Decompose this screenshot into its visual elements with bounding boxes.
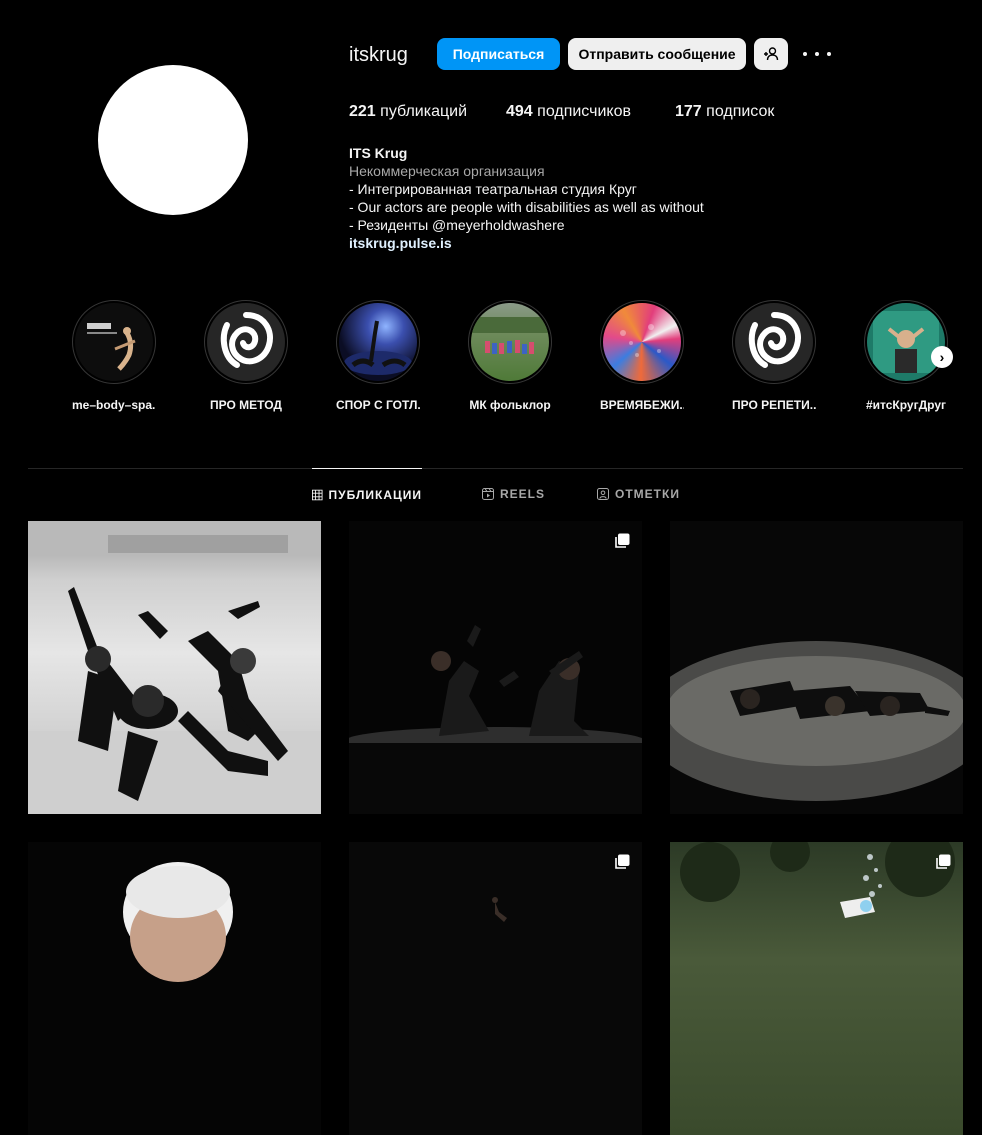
post-thumbnail[interactable] bbox=[670, 842, 963, 1135]
following-count[interactable]: 177 подписок bbox=[675, 103, 774, 121]
add-user-icon bbox=[764, 47, 779, 61]
reels-icon bbox=[482, 488, 494, 500]
highlight-cover bbox=[603, 303, 681, 381]
bio-name: ITS Krug bbox=[349, 145, 408, 161]
highlight-cover bbox=[867, 303, 945, 381]
followers-count[interactable]: 494 подписчиков bbox=[506, 103, 631, 121]
bio-link[interactable]: itskrug.pulse.is bbox=[349, 234, 704, 252]
story-highlight[interactable]: МК фольклор bbox=[468, 300, 552, 412]
bio-category: Некоммерческая организация bbox=[349, 163, 545, 179]
tab-label: ПУБЛИКАЦИИ bbox=[328, 488, 422, 502]
post-thumbnail[interactable] bbox=[349, 521, 642, 814]
profile-username: itskrug bbox=[349, 44, 408, 66]
post-thumbnail[interactable] bbox=[670, 521, 963, 814]
tab-tagged[interactable]: ОТМЕТКИ bbox=[597, 468, 680, 520]
bio-line: - Our actors are people with disabilitie… bbox=[349, 199, 704, 215]
story-highlight[interactable]: me–body–spa... bbox=[72, 300, 156, 412]
post-thumbnail[interactable] bbox=[28, 521, 321, 814]
carousel-icon bbox=[615, 533, 630, 548]
profile-bio: ITS Krug Некоммерческая организация - Ин… bbox=[349, 144, 704, 252]
spiral-logo-icon bbox=[735, 303, 813, 381]
carousel-icon bbox=[615, 854, 630, 869]
more-options-icon[interactable] bbox=[803, 44, 831, 64]
bio-line: - Резиденты @meyerholdwashere bbox=[349, 217, 565, 233]
send-message-button[interactable]: Отправить сообщение bbox=[568, 38, 746, 70]
post-thumbnail[interactable] bbox=[28, 842, 321, 1135]
tab-label: ОТМЕТКИ bbox=[615, 487, 680, 501]
suggest-users-button[interactable] bbox=[754, 38, 788, 70]
post-thumbnail[interactable] bbox=[349, 842, 642, 1135]
carousel-icon bbox=[936, 854, 951, 869]
story-highlight[interactable]: ВРЕМЯБЕЖИ... bbox=[600, 300, 684, 412]
story-highlight[interactable]: ПРО РЕПЕТИ... bbox=[732, 300, 816, 412]
highlight-label: ПРО МЕТОД bbox=[210, 398, 282, 412]
highlight-cover bbox=[339, 303, 417, 381]
highlight-label: #итсКругДруг bbox=[865, 398, 946, 412]
highlight-cover bbox=[75, 303, 153, 381]
story-highlight[interactable]: ПРО МЕТОД bbox=[204, 300, 288, 412]
follow-button[interactable]: Подписаться bbox=[437, 38, 560, 70]
highlight-label: СПОР С ГОТЛ... bbox=[336, 398, 420, 412]
highlight-cover bbox=[471, 303, 549, 381]
story-highlight[interactable]: СПОР С ГОТЛ... bbox=[336, 300, 420, 412]
spiral-logo-icon bbox=[207, 303, 285, 381]
posts-count[interactable]: 221 публикаций bbox=[349, 103, 467, 121]
highlight-label: МК фольклор bbox=[469, 398, 551, 412]
tab-label: REELS bbox=[500, 487, 546, 501]
profile-avatar[interactable] bbox=[98, 65, 248, 215]
highlight-label: ПРО РЕПЕТИ... bbox=[732, 398, 816, 412]
tagged-icon bbox=[597, 488, 609, 500]
chevron-right-icon[interactable]: › bbox=[931, 346, 953, 368]
tab-reels[interactable]: REELS bbox=[482, 468, 545, 520]
highlight-label: ВРЕМЯБЕЖИ... bbox=[600, 398, 684, 412]
highlight-label: me–body–spa... bbox=[72, 398, 156, 412]
grid-icon bbox=[312, 489, 323, 501]
bio-line: - Интегрированная театральная студия Кру… bbox=[349, 181, 637, 197]
tab-posts[interactable]: ПУБЛИКАЦИИ bbox=[312, 468, 422, 521]
